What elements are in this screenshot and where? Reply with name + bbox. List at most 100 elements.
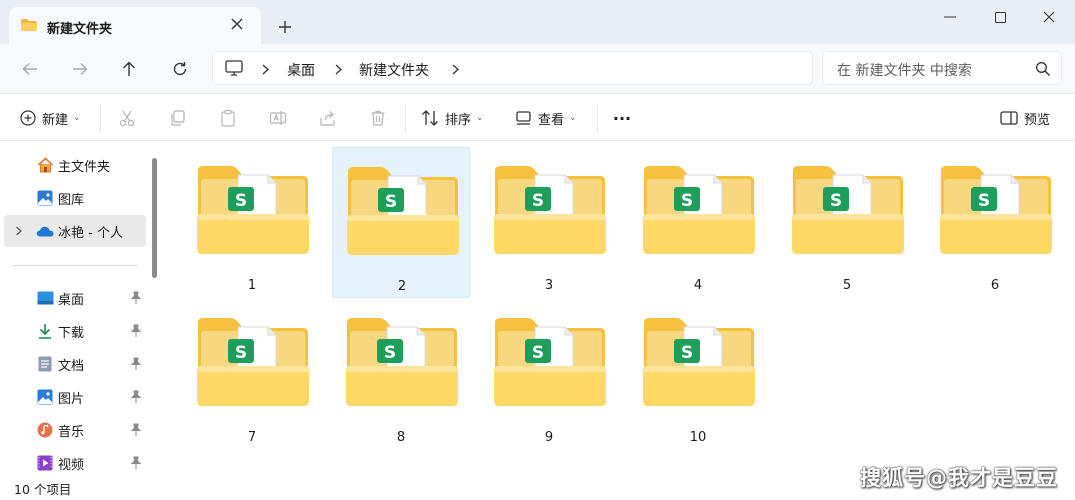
view-button[interactable]: 查看 ⌄ <box>516 106 577 130</box>
sort-label: 排序 <box>445 112 472 128</box>
watermark: 搜狐号@我才是豆豆 <box>860 466 1058 490</box>
svg-text:S: S <box>532 191 544 211</box>
pin-icon[interactable] <box>130 390 142 404</box>
folder-item[interactable]: S 7 <box>183 299 321 450</box>
sidebar-item-onedrive[interactable]: 冰艳 - 个人 <box>4 215 146 247</box>
sidebar-item-pictures[interactable]: 图片 <box>4 381 146 413</box>
toolbar-divider <box>405 104 406 132</box>
sidebar-item-label: 冰艳 - 个人 <box>58 225 123 241</box>
more-options-icon[interactable]: ··· <box>611 107 633 129</box>
sidebar-item-label: 下载 <box>58 325 85 341</box>
folder-name: 5 <box>842 278 852 293</box>
new-button[interactable]: 新建 ⌄ <box>20 106 81 130</box>
view-icon <box>516 111 531 125</box>
pin-icon[interactable] <box>130 291 142 305</box>
new-tab-button[interactable] <box>274 16 296 38</box>
file-view: S 1 S 2 S 3 S 4 S 5 S 6 S 7 S 8 S 9 S 10 <box>160 141 1075 476</box>
svg-text:S: S <box>532 343 544 363</box>
folder-item[interactable]: S 1 <box>183 147 321 298</box>
folder-item[interactable]: S 9 <box>480 299 618 450</box>
refresh-icon[interactable] <box>167 56 193 82</box>
sidebar-item-label: 音乐 <box>58 424 85 440</box>
computer-icon <box>225 60 243 76</box>
folder-name: 7 <box>247 430 257 445</box>
svg-text:S: S <box>235 343 247 363</box>
sidebar-item-music[interactable]: 音乐 <box>4 414 146 446</box>
tab-current-folder[interactable]: 新建文件夹 <box>9 7 261 44</box>
spreadsheet-folder-icon: S <box>940 166 1052 254</box>
view-label: 查看 <box>538 112 565 128</box>
document-icon <box>36 355 54 373</box>
share-icon[interactable] <box>317 107 339 129</box>
pin-icon[interactable] <box>130 324 142 338</box>
pictures-icon <box>36 388 54 406</box>
spreadsheet-folder-icon: S <box>643 318 755 406</box>
back-arrow-icon[interactable] <box>17 56 43 82</box>
up-arrow-icon[interactable] <box>116 56 142 82</box>
minimize-button[interactable] <box>938 6 962 28</box>
pin-icon[interactable] <box>130 357 142 371</box>
sidebar-item-documents[interactable]: 文档 <box>4 348 146 380</box>
sidebar-item-gallery[interactable]: 图库 <box>4 182 146 214</box>
folder-item[interactable]: S 4 <box>629 147 767 298</box>
pin-icon[interactable] <box>130 456 142 470</box>
toolbar-divider <box>100 104 101 132</box>
sidebar-item-desktop[interactable]: 桌面 <box>4 282 146 314</box>
spreadsheet-folder-icon: S <box>347 167 459 255</box>
breadcrumb-chevron-icon[interactable] <box>259 62 271 76</box>
close-tab-icon[interactable] <box>229 16 245 32</box>
preview-pane-button[interactable]: 预览 <box>1000 106 1050 130</box>
breadcrumb-chevron-icon[interactable] <box>332 62 344 76</box>
music-icon <box>36 421 54 439</box>
folder-item[interactable]: S 8 <box>332 299 470 450</box>
address-bar[interactable]: 桌面 新建文件夹 <box>212 51 813 85</box>
folder-name: 4 <box>693 278 703 293</box>
sidebar-divider <box>12 265 138 266</box>
spreadsheet-folder-icon: S <box>792 166 904 254</box>
folder-name: 2 <box>397 279 407 294</box>
svg-text:S: S <box>384 343 396 363</box>
search-icon[interactable] <box>1035 61 1051 77</box>
spreadsheet-folder-icon: S <box>346 318 458 406</box>
gallery-icon <box>36 189 54 207</box>
navigation-pane: 主文件夹 图库 冰艳 - 个人 桌面 下载 文档 图片 音乐 视频 <box>0 141 160 476</box>
rename-icon[interactable] <box>267 107 289 129</box>
tab-title: 新建文件夹 <box>47 22 113 37</box>
search-box[interactable]: 在 新建文件夹 中搜索 <box>822 51 1062 85</box>
svg-text:S: S <box>681 343 693 363</box>
spreadsheet-folder-icon: S <box>197 166 309 254</box>
pin-icon[interactable] <box>130 423 142 437</box>
search-placeholder[interactable]: 在 新建文件夹 中搜索 <box>837 60 972 80</box>
cut-icon[interactable] <box>116 107 138 129</box>
command-bar: 新建 ⌄ 排序 ⌄ 查看 ⌄ ··· 预览 <box>0 95 1075 141</box>
folder-name: 6 <box>990 278 1000 293</box>
sidebar-item-videos[interactable]: 视频 <box>4 447 146 479</box>
breadcrumb-chevron-icon[interactable] <box>449 62 461 76</box>
folder-item[interactable]: S 6 <box>926 147 1064 298</box>
home-icon <box>36 156 54 174</box>
navigation-bar: 桌面 新建文件夹 在 新建文件夹 中搜索 <box>0 44 1075 94</box>
maximize-button[interactable] <box>988 6 1012 28</box>
copy-icon[interactable] <box>167 107 189 129</box>
sidebar-scrollbar[interactable] <box>152 158 157 278</box>
desktop-icon <box>36 289 54 307</box>
sort-button[interactable]: 排序 ⌄ <box>421 106 484 130</box>
item-count: 10 个项目 <box>14 482 72 497</box>
chevron-right-icon[interactable] <box>14 224 24 238</box>
close-window-button[interactable] <box>1037 6 1061 28</box>
folder-name: 9 <box>544 430 554 445</box>
breadcrumb-current-folder[interactable]: 新建文件夹 <box>359 60 429 80</box>
folder-item[interactable]: S 2 <box>332 147 470 298</box>
delete-icon[interactable] <box>367 107 389 129</box>
sidebar-item-downloads[interactable]: 下载 <box>4 315 146 347</box>
forward-arrow-icon[interactable] <box>67 56 93 82</box>
preview-label: 预览 <box>1024 112 1051 128</box>
sidebar-item-home[interactable]: 主文件夹 <box>4 149 146 181</box>
folder-item[interactable]: S 10 <box>629 299 767 450</box>
breadcrumb-desktop[interactable]: 桌面 <box>287 60 315 80</box>
folder-item[interactable]: S 5 <box>778 147 916 298</box>
paste-icon[interactable] <box>217 107 239 129</box>
spreadsheet-folder-icon: S <box>494 166 606 254</box>
folder-item[interactable]: S 3 <box>480 147 618 298</box>
sidebar-item-label: 图库 <box>58 192 85 208</box>
